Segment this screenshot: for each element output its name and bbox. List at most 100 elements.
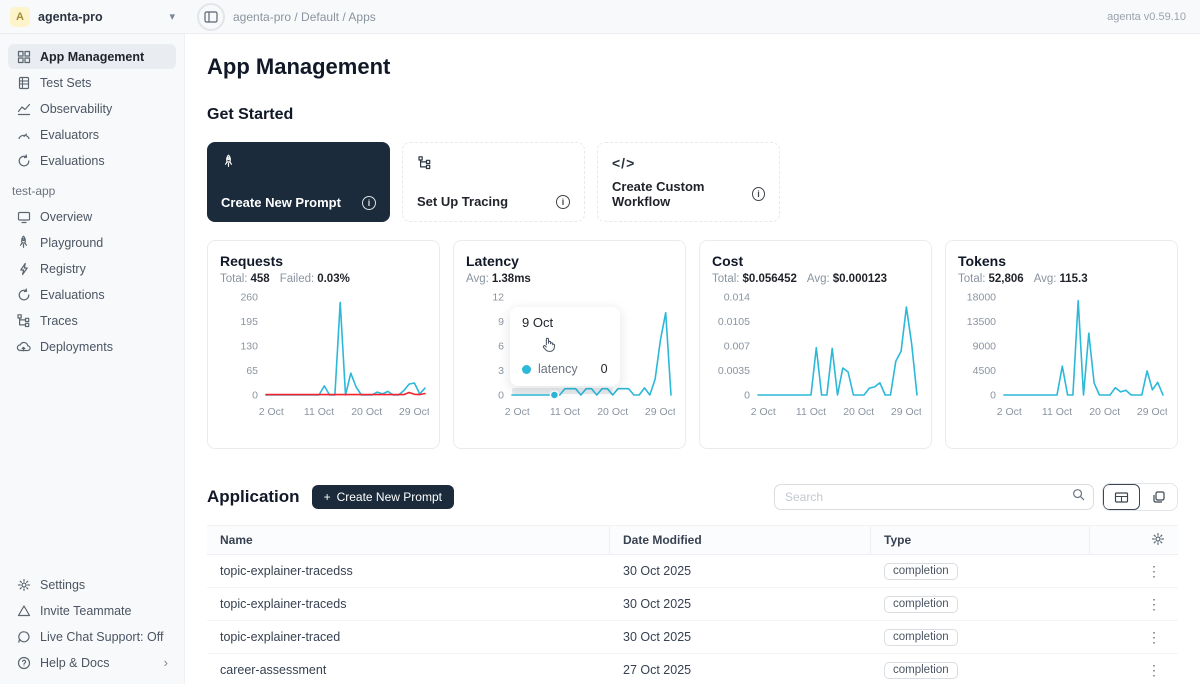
create-new-prompt-card[interactable]: Create New Prompti [207, 142, 390, 222]
sidebar-item-settings[interactable]: Settings [8, 572, 176, 597]
actions-cell: ⋮ [1090, 596, 1178, 613]
breadcrumb[interactable]: agenta-pro / Default / Apps [233, 10, 376, 24]
sidebar-item-invite-teammate[interactable]: Invite Teammate [8, 598, 176, 623]
sidebar-item-label: Invite Teammate [40, 604, 131, 618]
top-bar: A agenta-pro ▾ agenta-pro / Default / Ap… [0, 0, 1200, 34]
info-icon[interactable]: i [556, 195, 570, 209]
card-view-button[interactable] [1140, 484, 1177, 510]
type-badge: completion [884, 596, 958, 613]
svg-text:6: 6 [498, 341, 504, 353]
application-title: Application [207, 487, 300, 507]
date-modified-cell: 30 Oct 2025 [610, 597, 871, 611]
panel-layout-icon [204, 10, 218, 24]
svg-text:260: 260 [240, 292, 258, 304]
chart-title: Latency [466, 253, 673, 269]
tokens-chart[interactable]: 18000135009000450002 Oct11 Oct20 Oct29 O… [958, 289, 1165, 431]
actions-cell: ⋮ [1090, 629, 1178, 646]
chart-stats: Total:$0.056452Avg:$0.000123 [712, 273, 919, 285]
app-name-cell: career-assessment [207, 663, 610, 677]
table-row[interactable]: topic-explainer-tracedss30 Oct 2025 compl… [207, 555, 1178, 588]
table-header-row: NameDate ModifiedType [207, 525, 1178, 555]
sidebar-main-nav: App ManagementTest SetsObservabilityEval… [8, 44, 176, 174]
sidebar-footer-nav: Settings Invite Teammate Live Chat Support… [8, 572, 176, 676]
sidebar-item-label: Live Chat Support: Off [40, 630, 163, 644]
rocket-icon [221, 154, 239, 172]
sidebar-app-nav: Overview Playground RegistryEvaluationsTra… [8, 204, 176, 360]
sidebar-item-deployments[interactable]: Deployments [8, 334, 176, 359]
table-row[interactable]: topic-explainer-traceds30 Oct 2025comple… [207, 588, 1178, 621]
app-version: agenta v0.59.10 [1107, 11, 1200, 23]
svg-text:9000: 9000 [973, 341, 997, 353]
sidebar-item-traces[interactable]: Traces [8, 308, 176, 333]
sidebar-item-evaluators[interactable]: Evaluators [8, 122, 176, 147]
table-row[interactable]: topic-explainer-traced30 Oct 2025complet… [207, 621, 1178, 654]
set-up-tracing-card[interactable]: Set Up Tracingi [402, 142, 585, 222]
app-name-cell: topic-explainer-tracedss [207, 564, 610, 578]
table-view-button[interactable] [1103, 484, 1140, 510]
row-menu-button[interactable]: ⋮ [1143, 629, 1165, 646]
row-menu-button[interactable]: ⋮ [1143, 563, 1165, 580]
svg-text:29 Oct: 29 Oct [399, 406, 429, 418]
sidebar-item-evaluations[interactable]: Evaluations [8, 148, 176, 173]
tooltip-value: 0 [585, 362, 608, 376]
search-icon[interactable] [1072, 488, 1085, 506]
refresh-icon [16, 287, 31, 302]
chart-title: Cost [712, 253, 919, 269]
sidebar-item-label: Deployments [40, 340, 113, 354]
sidebar-item-playground[interactable]: Playground [8, 230, 176, 255]
table-settings-icon[interactable] [1151, 532, 1165, 549]
workspace-switcher[interactable]: A agenta-pro ▾ [0, 7, 185, 27]
info-icon[interactable]: i [752, 187, 765, 201]
chart-stat: Avg:115.3 [1034, 273, 1088, 285]
search-input[interactable] [785, 490, 1072, 504]
cost-chart[interactable]: 0.0140.01050.0070.003502 Oct11 Oct20 Oct… [712, 289, 919, 431]
svg-text:130: 130 [240, 341, 258, 353]
sidebar-item-app-management[interactable]: App Management [8, 44, 176, 69]
sidebar-item-help-docs[interactable]: Help & Docs› [8, 650, 176, 675]
date-modified-cell: 30 Oct 2025 [610, 564, 871, 578]
tooltip-date: 9 Oct [522, 315, 608, 330]
table-row[interactable]: career-assessment27 Oct 2025completion⋮ [207, 654, 1178, 684]
svg-text:11 Oct: 11 Oct [304, 406, 334, 418]
sidebar-item-observability[interactable]: Observability [8, 96, 176, 121]
svg-text:20 Oct: 20 Oct [351, 406, 382, 418]
sidebar-toggle-button[interactable] [197, 3, 225, 31]
main-content: App Management Get Started Create New Pr… [185, 34, 1200, 684]
sidebar-item-test-sets[interactable]: Test Sets [8, 70, 176, 95]
create-custom-workflow-card[interactable]: </>Create Custom Workflowi [597, 142, 780, 222]
info-icon[interactable]: i [362, 196, 376, 210]
svg-text:2 Oct: 2 Oct [751, 406, 776, 418]
tooltip-series-label: latency [538, 362, 578, 376]
sidebar-item-registry[interactable]: Registry [8, 256, 176, 281]
svg-text:29 Oct: 29 Oct [891, 406, 921, 418]
column-header-type: Type [871, 526, 1090, 554]
date-modified-cell: 30 Oct 2025 [610, 630, 871, 644]
row-menu-button[interactable]: ⋮ [1143, 662, 1165, 679]
lightning-icon [16, 261, 31, 276]
column-header-date-modified: Date Modified [610, 526, 871, 554]
column-header-name: Name [207, 526, 610, 554]
sidebar-group-label: test-app [8, 174, 176, 204]
chart-title: Tokens [958, 253, 1165, 269]
code-icon: </> [612, 155, 630, 173]
plus-icon: + [324, 490, 331, 504]
type-cell: completion [871, 563, 1090, 580]
get-started-cards: Create New PromptiSet Up Tracingi</>Crea… [207, 142, 1178, 222]
sidebar-item-evaluations[interactable]: Evaluations [8, 282, 176, 307]
actions-cell: ⋮ [1090, 563, 1178, 580]
sidebar-item-overview[interactable]: Overview [8, 204, 176, 229]
sidebar: App ManagementTest SetsObservabilityEval… [0, 34, 185, 684]
sidebar-item-label: Playground [40, 236, 103, 250]
type-badge: completion [884, 563, 958, 580]
requests-chart[interactable]: 2601951306502 Oct11 Oct20 Oct29 Oct [220, 289, 427, 431]
get-started-title: Get Started [207, 106, 1178, 124]
requests-chart-card: Requests Total:458Failed:0.03% 260195130… [207, 240, 440, 449]
latency-chart-card: Latency Avg:1.38ms 1296302 Oct11 Oct20 O… [453, 240, 686, 449]
create-new-prompt-button[interactable]: + Create New Prompt [312, 485, 454, 509]
sidebar-item-live-chat-support-off[interactable]: Live Chat Support: Off [8, 624, 176, 649]
svg-text:3: 3 [498, 365, 504, 377]
type-cell: completion [871, 596, 1090, 613]
row-menu-button[interactable]: ⋮ [1143, 596, 1165, 613]
gauge-icon [16, 127, 31, 142]
metrics-charts-row: Requests Total:458Failed:0.03% 260195130… [207, 240, 1178, 449]
